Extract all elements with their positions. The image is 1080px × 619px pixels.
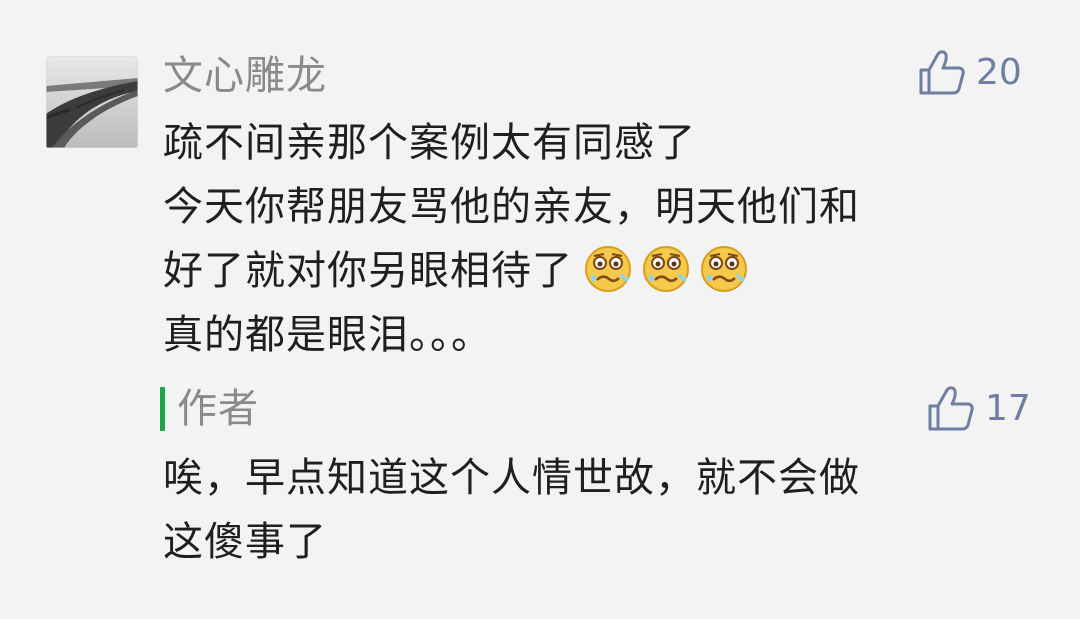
reply-indicator-bar bbox=[160, 387, 165, 431]
reply-line: 唉，早点知道这个人情世故，就不会做 bbox=[163, 455, 860, 501]
reply-line: 这傻事了 bbox=[163, 519, 327, 565]
author-reply-label: 作者 bbox=[160, 386, 259, 432]
comment-like-button[interactable]: 20 bbox=[918, 50, 1022, 96]
tearful-face-emoji bbox=[643, 246, 689, 292]
user-avatar[interactable] bbox=[46, 56, 138, 148]
comment-like-count: 20 bbox=[976, 52, 1022, 93]
reply-like-button[interactable]: 17 bbox=[927, 386, 1031, 432]
reply-author-name: 作者 bbox=[177, 386, 259, 432]
comment-line: 真的都是眼泪。。。 bbox=[163, 312, 492, 358]
tearful-face-emoji bbox=[701, 246, 747, 292]
thumbs-up-icon bbox=[919, 50, 965, 95]
comment-line-text: 好了就对你另眼相待了 bbox=[163, 248, 573, 294]
comment-author-name[interactable]: 文心雕龙 bbox=[163, 50, 327, 102]
reply-like-count: 17 bbox=[985, 388, 1031, 429]
comment-line: 今天你帮朋友骂他的亲友，明天他们和 bbox=[163, 184, 860, 230]
comment-line-with-emoji: 好了就对你另眼相待了 bbox=[163, 239, 1043, 303]
comment-body: 疏不间亲那个案例太有同感了 今天你帮朋友骂他的亲友，明天他们和 好了就对你另眼相… bbox=[163, 111, 1043, 367]
comment-line: 疏不间亲那个案例太有同感了 bbox=[163, 120, 696, 166]
reply-body: 唉，早点知道这个人情世故，就不会做 这傻事了 bbox=[163, 446, 1043, 574]
tearful-face-emoji bbox=[585, 246, 631, 292]
thumbs-up-icon bbox=[928, 386, 974, 431]
avatar-image bbox=[46, 56, 138, 148]
